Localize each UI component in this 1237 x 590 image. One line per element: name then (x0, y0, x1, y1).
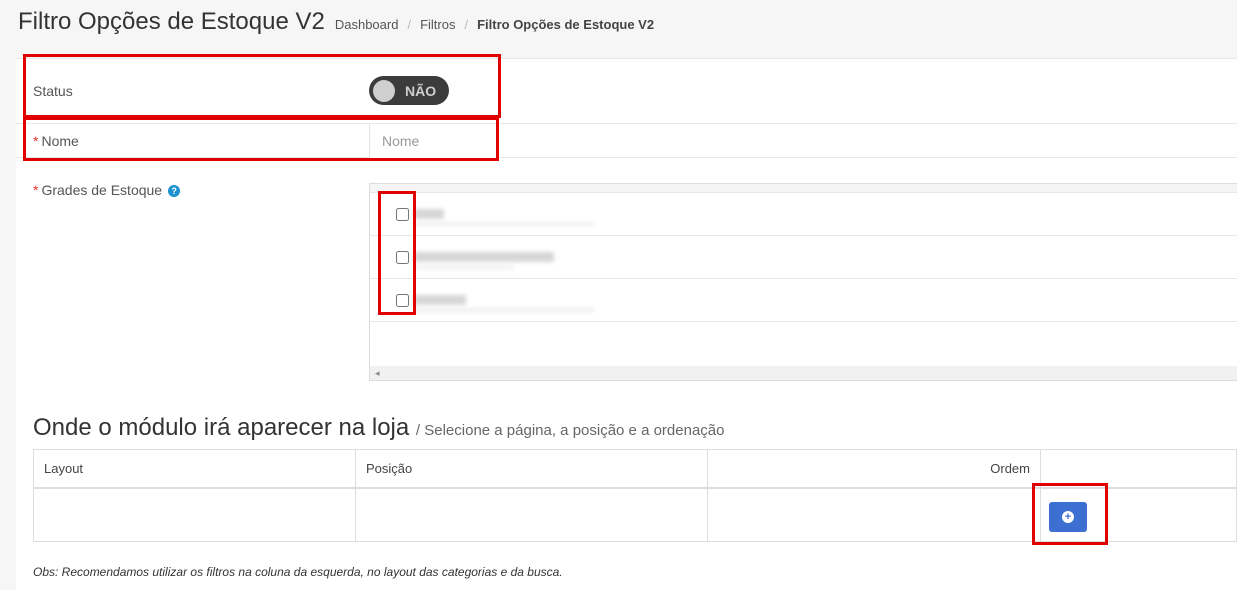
nome-input[interactable] (369, 124, 499, 158)
help-icon[interactable]: ? (168, 185, 181, 197)
breadcrumb: Dashboard / Filtros / Filtro Opções de E… (335, 17, 654, 32)
breadcrumb-separator: / (464, 17, 469, 32)
status-label: Status (33, 83, 73, 99)
scroll-left-arrow-icon[interactable]: ◂ (375, 368, 380, 379)
redacted-label (414, 308, 594, 312)
nome-label-text: Nome (41, 133, 79, 149)
form-panel: Status NÃO *Nome *Grades de Estoque? (16, 58, 1237, 590)
redacted-label (414, 222, 594, 226)
table-cell (707, 487, 1041, 542)
section-subtitle: / Selecione a página, a posição e a orde… (415, 422, 725, 439)
section-title: Onde o módulo irá aparecer na loja / Sel… (33, 414, 724, 442)
column-posicao: Posição (355, 449, 708, 489)
grades-label: * Grades de Estoque? (33, 182, 181, 198)
toggle-text: NÃO (405, 82, 437, 99)
redacted-label (414, 295, 466, 305)
section-title-text: Onde o módulo irá aparecer na loja (33, 414, 410, 441)
breadcrumb-dashboard[interactable]: Dashboard (335, 17, 399, 32)
horizontal-scrollbar[interactable]: ◂ (370, 366, 1237, 380)
column-actions (1040, 449, 1237, 489)
required-mark: * (33, 182, 39, 198)
list-item[interactable] (370, 279, 1237, 322)
toggle-knob (373, 79, 395, 102)
status-row: Status NÃO (16, 59, 1237, 124)
breadcrumb-separator: / (407, 17, 412, 32)
list-item[interactable] (370, 236, 1237, 279)
nome-row: * Nome (16, 124, 1237, 158)
grade-checkbox-3[interactable] (396, 294, 409, 307)
list-top-border (370, 184, 1237, 193)
plus-circle-icon: + (1062, 511, 1074, 523)
grade-checkbox-1[interactable] (396, 208, 409, 221)
column-ordem: Ordem (707, 449, 1041, 489)
table-header-row: Layout Posição Ordem (33, 449, 1237, 489)
page-title: Filtro Opções de Estoque V2 (18, 8, 325, 35)
breadcrumb-current: Filtro Opções de Estoque V2 (477, 17, 655, 32)
table-cell (33, 487, 356, 542)
required-mark: * (33, 133, 39, 149)
grades-label-text: Grades de Estoque (41, 182, 163, 198)
status-toggle[interactable]: NÃO (369, 76, 449, 105)
nome-label: * Nome (33, 133, 79, 149)
grades-checkbox-list[interactable]: ◂ (369, 183, 1237, 381)
column-layout: Layout (33, 449, 356, 489)
obs-note: Obs: Recomendamos utilizar os filtros na… (33, 565, 563, 579)
list-item[interactable] (370, 193, 1237, 236)
page-header: Filtro Opções de Estoque V2 Dashboard / … (18, 8, 654, 42)
redacted-label (414, 252, 554, 262)
add-module-button[interactable]: + (1049, 502, 1087, 532)
table-cell (355, 487, 708, 542)
grade-checkbox-2[interactable] (396, 251, 409, 264)
redacted-label (414, 265, 514, 269)
breadcrumb-filtros[interactable]: Filtros (420, 17, 455, 32)
redacted-label (414, 209, 444, 219)
